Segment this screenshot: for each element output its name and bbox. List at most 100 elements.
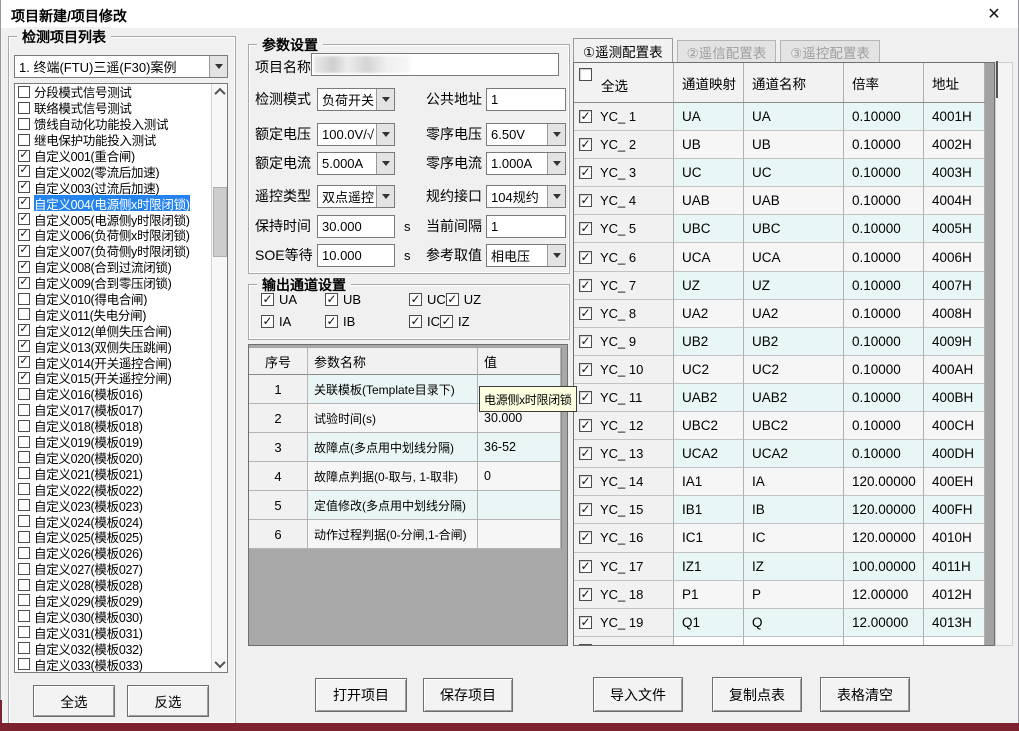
table-row[interactable]: YC_ 14 IA1 IA 120.00000 400EH: [574, 468, 994, 496]
row-checkbox[interactable]: [579, 447, 592, 460]
list-item[interactable]: 自定义001(重合闸): [15, 148, 212, 164]
list-item[interactable]: 自定义025(模板025): [15, 529, 212, 545]
ratio-cell[interactable]: 0.10000: [844, 272, 924, 300]
ratio-cell[interactable]: 0.10000: [844, 412, 924, 440]
case-select-dropdown[interactable]: 1. 终端(FTU)三遥(F30)案例: [14, 55, 228, 78]
item-checkbox[interactable]: [18, 499, 30, 511]
scroll-up-icon[interactable]: [996, 63, 1012, 81]
channel-name-cell[interactable]: IA: [744, 468, 844, 496]
list-item[interactable]: 自定义003(过流后加速): [15, 179, 212, 195]
table-row[interactable]: YC_ 7 UZ UZ 0.10000 4007H: [574, 272, 994, 300]
channel-map-cell[interactable]: IB1: [674, 496, 744, 524]
row-checkbox[interactable]: [579, 335, 592, 348]
row-checkbox[interactable]: [579, 588, 592, 601]
address-cell[interactable]: 4001H: [924, 103, 985, 131]
item-checkbox[interactable]: [18, 118, 30, 130]
list-item[interactable]: 自定义008(合到过流闭锁): [15, 259, 212, 275]
item-checkbox[interactable]: [18, 626, 30, 638]
chevron-down-icon[interactable]: [547, 186, 565, 207]
channel-name-cell[interactable]: P: [744, 581, 844, 609]
item-checkbox[interactable]: [18, 293, 30, 305]
channel-map-cell[interactable]: UBC2: [674, 412, 744, 440]
address-cell[interactable]: 4004H: [924, 187, 985, 215]
list-item[interactable]: 自定义007(负荷侧y时限闭锁): [15, 243, 212, 259]
list-item[interactable]: 自定义020(模板020): [15, 449, 212, 465]
chevron-down-icon[interactable]: [376, 153, 394, 174]
item-checkbox[interactable]: [18, 245, 30, 257]
channel-checkbox-item[interactable]: IZ: [440, 314, 470, 329]
tab[interactable]: ①遥测配置表: [573, 38, 673, 63]
list-item[interactable]: 自定义015(开关遥控分闸): [15, 370, 212, 386]
item-checkbox[interactable]: [18, 150, 30, 162]
item-checkbox[interactable]: [18, 308, 30, 320]
field-control[interactable]: 1: [486, 88, 566, 111]
table-row[interactable]: 4 故障点判据(0-取与, 1-取非) 0: [249, 462, 561, 491]
close-button[interactable]: ✕: [978, 3, 1010, 26]
ratio-cell[interactable]: 12.00000: [844, 581, 924, 609]
channel-map-cell[interactable]: UA2: [674, 300, 744, 328]
address-cell[interactable]: 4009H: [924, 328, 985, 356]
row-checkbox[interactable]: [579, 307, 592, 320]
table-row[interactable]: YC_ 18 P1 P 12.00000 4012H: [574, 581, 994, 609]
table-row[interactable]: 5 定值修改(多点用中划线分隔): [249, 491, 561, 520]
list-item[interactable]: 自定义023(模板023): [15, 497, 212, 513]
address-cell[interactable]: 4008H: [924, 300, 985, 328]
item-checkbox[interactable]: [18, 436, 30, 448]
item-checkbox[interactable]: [18, 197, 30, 209]
field-control[interactable]: 30.000: [317, 215, 395, 238]
checkbox[interactable]: [261, 293, 274, 306]
ratio-cell[interactable]: 100.00000: [844, 553, 924, 581]
channel-checkbox-item[interactable]: UA: [261, 292, 325, 307]
chevron-down-icon[interactable]: [376, 186, 394, 207]
item-checkbox[interactable]: [18, 229, 30, 241]
item-checkbox[interactable]: [18, 483, 30, 495]
list-item[interactable]: 自定义004(电源侧x时限闭锁): [15, 195, 212, 211]
list-item[interactable]: 自定义011(失电分闸): [15, 306, 212, 322]
channel-name-cell[interactable]: UZ: [744, 272, 844, 300]
ratio-cell[interactable]: 120.00000: [844, 524, 924, 552]
scroll-down-icon[interactable]: [212, 656, 227, 672]
tab[interactable]: ②遥信配置表: [677, 40, 777, 63]
channel-map-cell[interactable]: UB: [674, 131, 744, 159]
row-checkbox[interactable]: [579, 391, 592, 404]
list-item[interactable]: 自定义021(模板021): [15, 465, 212, 481]
item-checkbox[interactable]: [18, 324, 30, 336]
row-checkbox[interactable]: [579, 531, 592, 544]
ratio-cell[interactable]: 0.10000: [844, 243, 924, 271]
channel-checkbox-item[interactable]: UZ: [446, 292, 481, 307]
channel-name-cell[interactable]: UBC: [744, 215, 844, 243]
address-cell[interactable]: 4005H: [924, 215, 985, 243]
item-checkbox[interactable]: [18, 134, 30, 146]
invert-selection-button[interactable]: 反选: [127, 685, 209, 717]
item-checkbox[interactable]: [18, 642, 30, 654]
list-item[interactable]: 自定义002(零流后加速): [15, 163, 212, 179]
ratio-cell[interactable]: 0.10000: [844, 187, 924, 215]
address-cell[interactable]: 4012H: [924, 581, 985, 609]
item-checkbox[interactable]: [18, 86, 30, 98]
chevron-down-icon[interactable]: [209, 56, 227, 77]
ratio-cell[interactable]: 0.10000: [844, 300, 924, 328]
item-checkbox[interactable]: [18, 610, 30, 622]
row-checkbox[interactable]: [579, 222, 592, 235]
table-row[interactable]: YC_ 12 UBC2 UBC2 0.10000 400CH: [574, 412, 994, 440]
list-item[interactable]: 自定义024(模板024): [15, 513, 212, 529]
row-checkbox[interactable]: [579, 560, 592, 573]
list-item[interactable]: 自定义019(模板019): [15, 434, 212, 450]
param-name-cell[interactable]: 故障点判据(0-取与, 1-取非): [308, 462, 478, 491]
field-control[interactable]: 双点遥控: [317, 185, 395, 208]
list-item[interactable]: 自定义016(模板016): [15, 386, 212, 402]
channel-map-cell[interactable]: P1: [674, 581, 744, 609]
item-checkbox[interactable]: [18, 531, 30, 543]
chevron-down-icon[interactable]: [376, 124, 394, 145]
list-item[interactable]: 自定义030(模板030): [15, 608, 212, 624]
item-checkbox[interactable]: [18, 261, 30, 273]
item-checkbox[interactable]: [18, 213, 30, 225]
ratio-cell[interactable]: 0.10000: [844, 215, 924, 243]
list-item[interactable]: 自定义028(模板028): [15, 577, 212, 593]
item-checkbox[interactable]: [18, 277, 30, 289]
clear-table-button[interactable]: 表格清空: [820, 677, 910, 712]
channel-name-cell[interactable]: UB2: [744, 328, 844, 356]
item-checkbox[interactable]: [18, 404, 30, 416]
channel-map-cell[interactable]: UA: [674, 103, 744, 131]
scroll-up-icon[interactable]: [212, 84, 227, 100]
